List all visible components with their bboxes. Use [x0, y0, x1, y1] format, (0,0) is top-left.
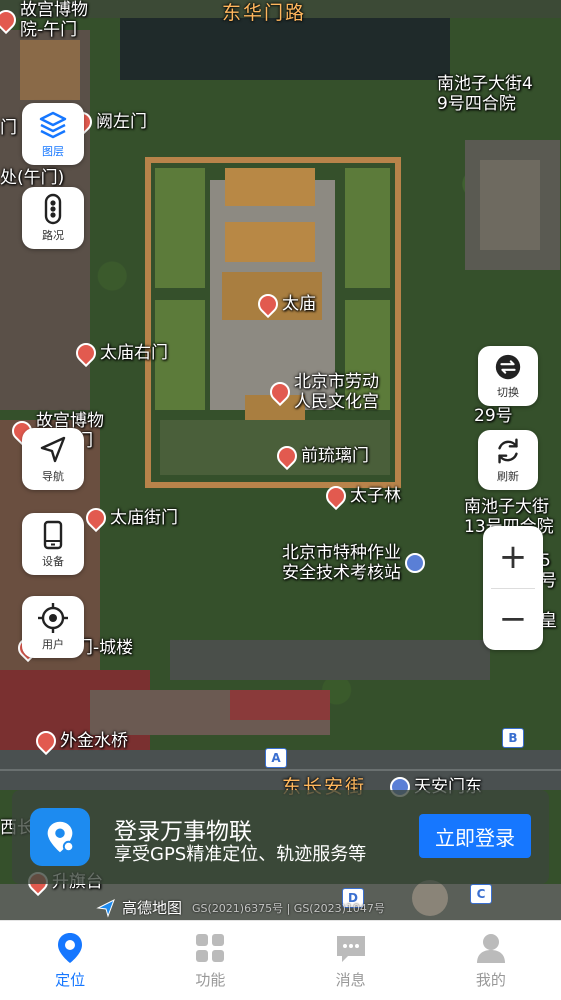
map-brand: 高德地图 — [122, 899, 183, 917]
area-label-nanchizi-49: 南池子大街4 9号四合院 — [437, 74, 533, 114]
tab-functions-label: 功能 — [195, 971, 226, 989]
poi-pin-icon — [81, 503, 111, 533]
device-label: 设备 — [42, 555, 64, 568]
message-icon — [336, 936, 365, 962]
user-label: 用户 — [42, 638, 64, 651]
poi-taimiao[interactable]: 太庙 — [253, 289, 316, 319]
area-label-men: 门 — [0, 118, 17, 138]
poi-pin-icon — [321, 481, 351, 511]
poi-pin-icon — [265, 377, 295, 407]
poi-wumen[interactable]: 故宫博物 院-午门 — [0, 0, 88, 40]
amap-logo-icon — [96, 898, 115, 918]
tab-mine-label: 我的 — [475, 971, 506, 989]
poi-waijinshuiqiao[interactable]: 外金水桥 — [31, 726, 128, 756]
phone-device-icon — [43, 520, 63, 550]
layers-label: 图层 — [42, 145, 64, 158]
banner-subtitle: 享受GPS精准定位、轨迹服务等 — [114, 844, 367, 865]
poi-taimiao-youmen[interactable]: 太庙右门 — [71, 338, 168, 368]
bottom-tab-bar: 定位 功能 消息 我的 — [0, 920, 561, 1000]
map-copyright: GS(2021)6375号 | GS(2023)1047号 — [192, 901, 385, 915]
tab-mine[interactable]: 我的 — [421, 921, 561, 1000]
switch-label: 切换 — [497, 386, 519, 399]
traffic-label: 路况 — [42, 229, 64, 242]
exit-marker-b: B — [502, 728, 524, 748]
zoom-divider — [491, 588, 535, 589]
user-locate-button[interactable]: 用户 — [22, 596, 84, 658]
tab-location[interactable]: 定位 — [0, 921, 140, 1000]
map-attribution: 高德地图 GS(2021)6375号 | GS(2023)1047号 — [96, 897, 385, 918]
poi-qianliulimen[interactable]: 前琉璃门 — [272, 441, 369, 471]
person-icon — [476, 934, 505, 963]
refresh-button[interactable]: 刷新 — [478, 430, 538, 490]
tab-location-label: 定位 — [55, 971, 86, 989]
layers-button[interactable]: 图层 — [22, 103, 84, 165]
tab-functions[interactable]: 功能 — [140, 921, 280, 1000]
login-now-button[interactable]: 立即登录 — [419, 814, 531, 858]
traffic-button[interactable]: 路况 — [22, 187, 84, 249]
poi-pin-icon — [71, 338, 101, 368]
poi-laodong-wenhuagong[interactable]: 北京市劳动 人民文化宫 — [265, 372, 379, 412]
satellite-map[interactable]: 东华门路 东长安街 南池子大街4 9号四合院 处(午门) 门 29号 南池子大街… — [0, 0, 561, 920]
zoom-in-button[interactable]: + — [483, 526, 543, 588]
switch-button[interactable]: 切换 — [478, 346, 538, 406]
grid-icon — [196, 934, 225, 962]
poi-pin-icon — [272, 441, 302, 471]
area-label-29: 29号 — [474, 406, 513, 426]
tab-messages[interactable]: 消息 — [281, 921, 421, 1000]
poi-pin-icon — [0, 5, 21, 35]
exit-marker-c: C — [470, 884, 492, 904]
app-logo-icon — [30, 808, 90, 866]
zoom-out-button[interactable]: − — [483, 588, 543, 650]
area-label-wumen-office: 处(午门) — [0, 168, 65, 188]
poi-taizilin[interactable]: 太子林 — [321, 481, 401, 511]
zoom-control: + − — [483, 526, 543, 650]
navigation-label: 导航 — [42, 470, 64, 483]
navigation-button[interactable]: 导航 — [22, 428, 84, 490]
switch-icon — [495, 354, 521, 380]
layers-icon — [39, 111, 67, 139]
poi-tezhong-kaohezhan[interactable]: 北京市特种作业 安全技术考核站 — [282, 543, 425, 583]
navigation-arrow-icon — [40, 436, 66, 463]
login-banner[interactable]: 登录万事物联 享受GPS精准定位、轨迹服务等 立即登录 — [12, 790, 549, 884]
refresh-label: 刷新 — [497, 470, 519, 483]
locate-user-icon — [38, 603, 68, 633]
location-pin-icon — [58, 933, 83, 963]
refresh-icon — [498, 438, 518, 464]
poi-pin-icon — [31, 726, 61, 756]
traffic-light-icon — [44, 193, 62, 225]
poi-taimiao-jiemen[interactable]: 太庙街门 — [81, 503, 178, 533]
tab-messages-label: 消息 — [335, 971, 366, 989]
device-button[interactable]: 设备 — [22, 513, 84, 575]
area-label-5hao: 5号 — [540, 551, 557, 591]
poi-pin-icon — [253, 289, 283, 319]
exit-marker-a: A — [265, 748, 287, 768]
poi-star-icon — [405, 553, 425, 573]
road-label-donghuamen: 东华门路 — [222, 2, 307, 24]
